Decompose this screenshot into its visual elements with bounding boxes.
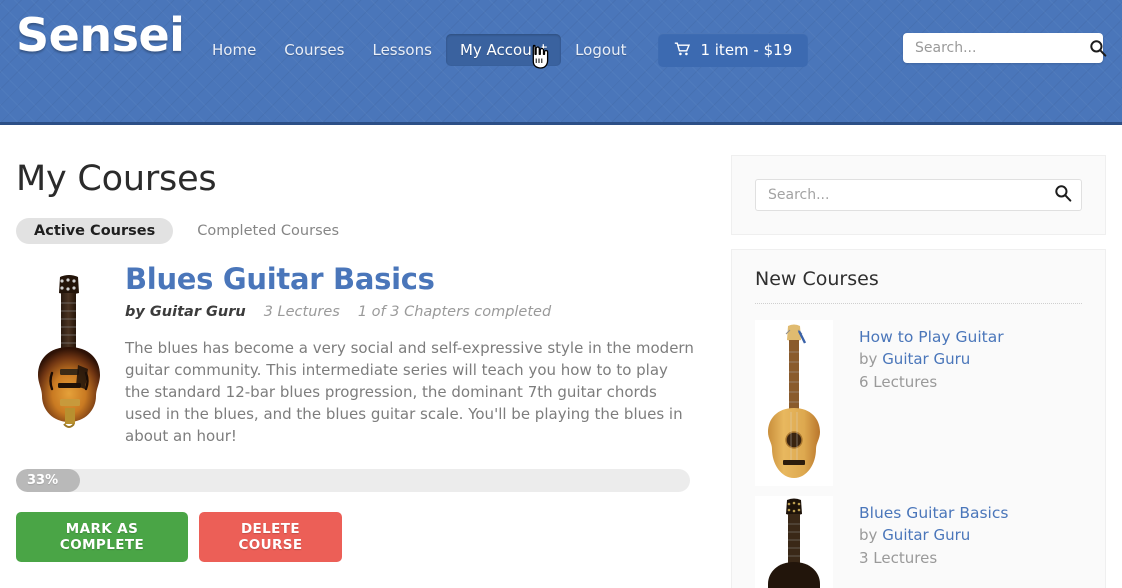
new-course-lectures: 6 Lectures <box>859 372 938 391</box>
page-body: My Courses Active Courses Completed Cour… <box>0 125 1122 588</box>
list-item[interactable]: How to Play Guitar by Guitar Guru 6 Lect… <box>755 320 1082 486</box>
page-title: My Courses <box>16 159 217 199</box>
new-course-lectures: 3 Lectures <box>859 548 938 567</box>
course-progress-fill: 33% <box>16 469 81 493</box>
tab-completed-courses[interactable]: Completed Courses <box>179 218 357 244</box>
list-item-text: How to Play Guitar by Guitar Guru 6 Lect… <box>859 320 1004 486</box>
course-author-prefix: by <box>125 304 145 321</box>
course-action-buttons: MARK AS COMPLETE DELETE COURSE <box>16 512 706 563</box>
acoustic-guitar-image[interactable] <box>755 320 833 486</box>
course-meta: by Guitar Guru 3 Lectures 1 of 3 Chapter… <box>125 304 706 320</box>
course-title-link[interactable]: Blues Guitar Basics <box>125 263 706 295</box>
course-progress-label: 33% <box>27 473 59 489</box>
main-content-column: My Courses Active Courses Completed Cour… <box>16 125 706 563</box>
list-item[interactable]: Blues Guitar Basics by Guitar Guru 3 Lec… <box>755 496 1082 588</box>
nav-item-logout[interactable]: Logout <box>561 34 640 66</box>
delete-course-button[interactable]: DELETE COURSE <box>199 512 342 563</box>
site-header: Sensei Home Courses Lessons My Account L… <box>0 0 1122 125</box>
sidebar-search-widget <box>731 155 1106 235</box>
site-logo[interactable]: Sensei <box>16 12 185 58</box>
search-icon[interactable] <box>1054 184 1072 206</box>
sidebar: New Courses <box>731 155 1106 588</box>
search-icon[interactable] <box>1089 39 1107 57</box>
widget-divider <box>755 303 1082 304</box>
mark-as-complete-button[interactable]: MARK AS COMPLETE <box>16 512 188 563</box>
new-course-title-link[interactable]: Blues Guitar Basics <box>859 502 1008 524</box>
new-course-author: by Guitar Guru <box>859 524 1008 547</box>
new-course-author-link[interactable]: Guitar Guru <box>882 526 970 544</box>
course-lectures-count: 3 Lectures <box>263 304 340 321</box>
new-courses-widget: New Courses How to Play Guitar by Guitar… <box>731 249 1106 588</box>
course-chapters-progress: 1 of 3 Chapters completed <box>357 304 552 321</box>
course-description: The blues has become a very social and s… <box>125 339 694 446</box>
course-author: by Guitar Guru <box>125 304 246 320</box>
course-filter-tabs: Active Courses Completed Courses <box>16 218 706 244</box>
nav-item-home[interactable]: Home <box>198 34 270 66</box>
new-course-title-link[interactable]: How to Play Guitar <box>859 326 1004 348</box>
header-search-input[interactable] <box>915 40 1089 56</box>
course-list-item: Blues Guitar Basics by Guitar Guru 3 Lec… <box>16 263 706 563</box>
cart-label: 1 item - $19 <box>700 41 793 59</box>
tab-active-courses[interactable]: Active Courses <box>16 218 174 244</box>
cart-button[interactable]: 1 item - $19 <box>658 33 809 67</box>
nav-item-courses[interactable]: Courses <box>270 34 358 66</box>
sunburst-electric-guitar-image[interactable] <box>22 269 117 439</box>
list-item-text: Blues Guitar Basics by Guitar Guru 3 Lec… <box>859 496 1008 588</box>
sidebar-search-input[interactable] <box>768 187 1054 203</box>
new-course-author: by Guitar Guru <box>859 348 1004 371</box>
new-course-by-prefix: by <box>859 350 878 369</box>
nav-item-lessons[interactable]: Lessons <box>358 34 445 66</box>
nav-item-my-account[interactable]: My Account <box>445 34 562 66</box>
shopping-cart-icon <box>674 42 691 59</box>
sidebar-search-box[interactable] <box>755 179 1082 211</box>
new-course-by-prefix: by <box>859 526 878 545</box>
header-search-box[interactable] <box>903 33 1107 63</box>
dark-electric-guitar-image[interactable] <box>755 496 833 588</box>
main-navigation: Home Courses Lessons My Account Logout 1… <box>198 33 809 67</box>
new-courses-title: New Courses <box>755 268 879 290</box>
course-author-name: Guitar Guru <box>149 304 246 321</box>
course-progress-bar: 33% <box>16 469 690 493</box>
course-details: Blues Guitar Basics by Guitar Guru 3 Lec… <box>125 263 706 447</box>
new-course-author-link[interactable]: Guitar Guru <box>882 350 970 368</box>
